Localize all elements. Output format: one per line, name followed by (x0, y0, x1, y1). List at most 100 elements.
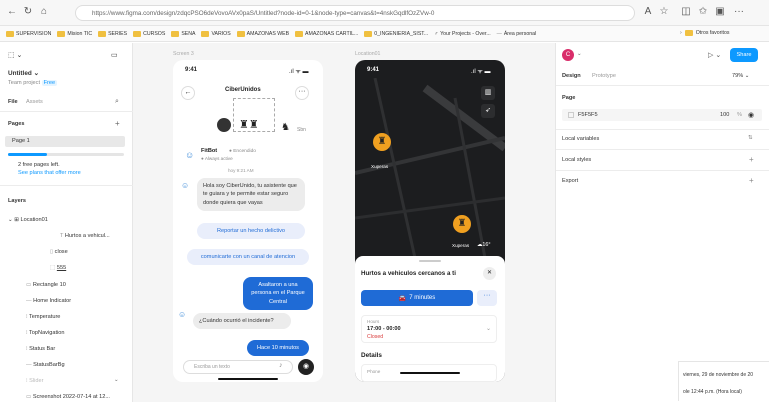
layer-item[interactable]: ▯ close (50, 249, 68, 255)
bookmark-item[interactable]: SUPERVISION (6, 31, 51, 37)
file-title[interactable]: Untitled ⌄ (8, 69, 39, 77)
bookmark-item[interactable]: 0_INGENIERIA_SIST... (364, 31, 428, 37)
see-plans-link[interactable]: See plans that offer more (18, 170, 81, 176)
bookmark-item[interactable]: SENA (171, 31, 195, 37)
status-icons: .ıl ᯤ ▬ (289, 69, 309, 75)
layer-item[interactable]: ⬚ 555 (50, 265, 66, 271)
browser-toolbar: ← ↻ ⌂ https://www.figma.com/design/zdqcP… (0, 0, 769, 26)
collapse-icon[interactable]: ⌄ (114, 377, 119, 383)
map-layers-icon[interactable]: ▥ (481, 86, 495, 100)
location-arrow-icon[interactable]: ➶ (481, 104, 495, 118)
option-button[interactable]: comunicarte con un canal de atencion (187, 249, 309, 266)
color-swatch[interactable] (568, 112, 574, 118)
bookmark-item[interactable]: AMAZONAS CARTIL... (295, 31, 358, 37)
details-heading: Details (361, 352, 382, 359)
bot-status: ● Encendido (229, 149, 256, 154)
address-bar[interactable]: https://www.figma.com/design/zdqcPSO6deV… (75, 5, 635, 21)
figma-menu-icon[interactable]: ⬚ ⌄ (8, 51, 22, 59)
layer-item[interactable]: ⁞ Slider (26, 378, 43, 384)
incident-marker[interactable]: ♜ (373, 133, 391, 151)
zoom-level[interactable]: 79% ⌄ (732, 73, 749, 79)
map-screen-frame[interactable]: 9:41 .ıl ᯤ ▬ ▥ ➶ ♜ Xuperas ♜ Xuperas ☁16… (355, 60, 505, 382)
message-input[interactable]: Escriba un texto (183, 360, 293, 374)
present-play-icon[interactable]: ▷ ⌄ (708, 51, 721, 59)
collections-icon[interactable]: ▣ (714, 6, 726, 18)
bookmark-item[interactable]: ♂ Your Projects - Over... (434, 31, 490, 37)
tab-file[interactable]: File (8, 99, 18, 105)
route-button[interactable]: 🚘 7 minutes (361, 290, 473, 306)
send-button[interactable]: ◉ (298, 359, 314, 375)
layer-item[interactable]: — StatusBarBg (26, 362, 65, 368)
close-icon[interactable]: ✕ (483, 267, 496, 280)
fill-opacity[interactable]: 100 (720, 112, 729, 118)
layer-item[interactable]: ▭ Screenshot 2022-07-14 at 12... (26, 394, 110, 400)
date-text: viernes, 29 de noviembre de 20 (683, 372, 754, 378)
chevron-down-icon[interactable]: ⌄ (577, 51, 582, 57)
more-menu-icon[interactable]: ··· (733, 6, 745, 18)
bookmarks-bar: SUPERVISION Mision TIC SERIES CURSOS SEN… (0, 26, 769, 42)
bookmark-item[interactable]: AMAZONAS WEB (236, 31, 289, 37)
eye-icon[interactable]: ◉ (748, 111, 754, 119)
layer-item[interactable]: — Home Indicator (26, 298, 71, 304)
bookmark-item[interactable]: SERIES (98, 31, 127, 37)
fill-hex[interactable]: F5F5F5 (578, 112, 598, 118)
sheet-handle[interactable] (419, 260, 441, 262)
chevron-down-icon[interactable]: ⌄ (486, 325, 491, 332)
add-page-icon[interactable]: + (115, 119, 120, 128)
layer-item[interactable]: ⁞ Status Bar (26, 346, 55, 352)
hours-card[interactable]: Hours 17:00 - 00:00 Closed ⌄ (361, 315, 497, 343)
local-variables[interactable]: Local variables (562, 136, 599, 142)
bookmark-item[interactable]: — Área personal (497, 31, 537, 37)
layers-heading: Layers (8, 198, 27, 204)
frame-label[interactable]: Screen 3 (173, 51, 194, 57)
user-message: Hace 10 minutos (247, 340, 309, 357)
bookmark-item[interactable]: Mision TIC (57, 31, 92, 37)
avatar-label: Sbn (297, 127, 306, 133)
background-fill-row[interactable]: F5F5F5 100 % ◉ (562, 109, 762, 121)
tab-assets[interactable]: Assets (26, 99, 43, 105)
status-time: 9:41 (185, 67, 198, 73)
favorite-star-icon[interactable]: ☆ (658, 6, 670, 18)
tab-prototype[interactable]: Prototype (592, 73, 616, 79)
split-screen-icon[interactable]: ◫ (680, 6, 692, 18)
layer-item[interactable]: ⁞ TopNavigation (26, 330, 64, 336)
back-arrow-icon[interactable]: ← (6, 6, 18, 18)
incident-marker[interactable]: ♜ (453, 215, 471, 233)
design-canvas[interactable]: Screen 3 Location01 9:41 .ıl ᯤ ▬ ← Ciber… (133, 43, 555, 402)
bookmark-item[interactable]: VARIOS (201, 31, 231, 37)
share-button[interactable]: Share (730, 48, 758, 62)
home-indicator (400, 372, 460, 374)
avatar (217, 118, 231, 132)
free-pages-note: 2 free pages left. (18, 162, 60, 168)
security-logo-icon: ♜♜ (239, 119, 259, 131)
layer-item[interactable]: ⁞ Temperature (26, 314, 60, 320)
more-icon[interactable]: ··· (295, 86, 309, 100)
layer-item[interactable]: ⌄ ⊞ Location01 (8, 217, 48, 223)
frame-label[interactable]: Location01 (355, 51, 380, 57)
bot-name: FitBot (201, 148, 218, 154)
bookmark-item[interactable]: CURSOS (133, 31, 165, 37)
user-avatar-icon: ♞ (281, 122, 290, 133)
more-options-button[interactable]: ··· (477, 290, 497, 306)
layer-item[interactable]: T Hurtos a vehicul... (60, 233, 110, 239)
avatar[interactable]: C (562, 49, 574, 61)
layer-item[interactable]: ▭ Rectangle 10 (26, 282, 66, 288)
temperature: ☁16° (477, 242, 491, 248)
back-button[interactable]: ← (181, 86, 195, 100)
mic-icon[interactable]: ♪ (279, 362, 283, 369)
search-icon[interactable]: ⌕ (115, 98, 119, 106)
reload-icon[interactable]: ↻ (22, 6, 34, 18)
home-icon[interactable]: ⌂ (38, 6, 50, 18)
sidebar-toggle-icon[interactable]: ▭ (111, 51, 118, 59)
page-1[interactable]: Page 1 (12, 138, 30, 144)
favorites-icon[interactable]: ✩ (697, 6, 709, 18)
phone-card[interactable]: Phone (361, 364, 497, 382)
other-favorites[interactable]: › Otros favoritos (680, 30, 729, 36)
option-button[interactable]: Reportar un hecho delictivo (197, 223, 305, 240)
read-aloud-icon[interactable]: A (642, 6, 654, 18)
chat-screen-frame[interactable]: 9:41 .ıl ᯤ ▬ ← CiberUnidos ··· ♜♜ ♞ Sbn … (173, 60, 323, 382)
variables-icon[interactable]: ⇅ (748, 135, 753, 141)
tab-design[interactable]: Design (562, 73, 581, 79)
add-style-icon[interactable]: + (749, 155, 754, 164)
add-export-icon[interactable]: + (749, 176, 754, 185)
